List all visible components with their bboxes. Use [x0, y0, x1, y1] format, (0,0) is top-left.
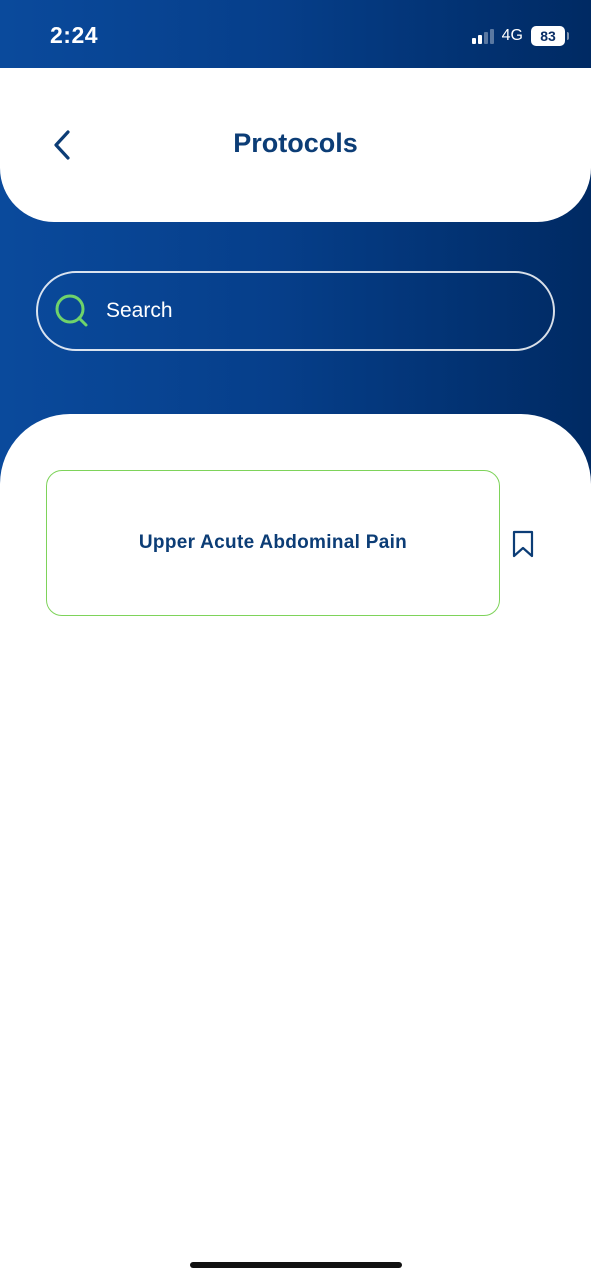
protocol-card[interactable]: Upper Acute Abdominal Pain — [46, 470, 500, 616]
search-input[interactable] — [106, 299, 506, 323]
status-time: 2:24 — [50, 22, 99, 48]
search-bar[interactable] — [36, 271, 555, 351]
signal-icon — [471, 28, 494, 44]
header: Protocols — [0, 68, 591, 222]
page-title: Protocols — [233, 128, 358, 158]
battery-icon: 83 — [531, 26, 569, 46]
network-type: 4G — [501, 27, 523, 44]
bookmark-icon — [512, 530, 534, 558]
status-indicators: 4G 83 — [471, 24, 569, 48]
bookmark-button[interactable] — [508, 528, 538, 560]
status-bar: 2:24 4G 83 — [0, 0, 591, 68]
home-indicator — [190, 1262, 402, 1268]
protocol-label: Upper Acute Abdominal Pain — [138, 532, 408, 553]
protocol-list: Upper Acute Abdominal Pain — [0, 414, 591, 1280]
search-icon — [55, 294, 88, 327]
battery-level: 83 — [540, 28, 556, 44]
